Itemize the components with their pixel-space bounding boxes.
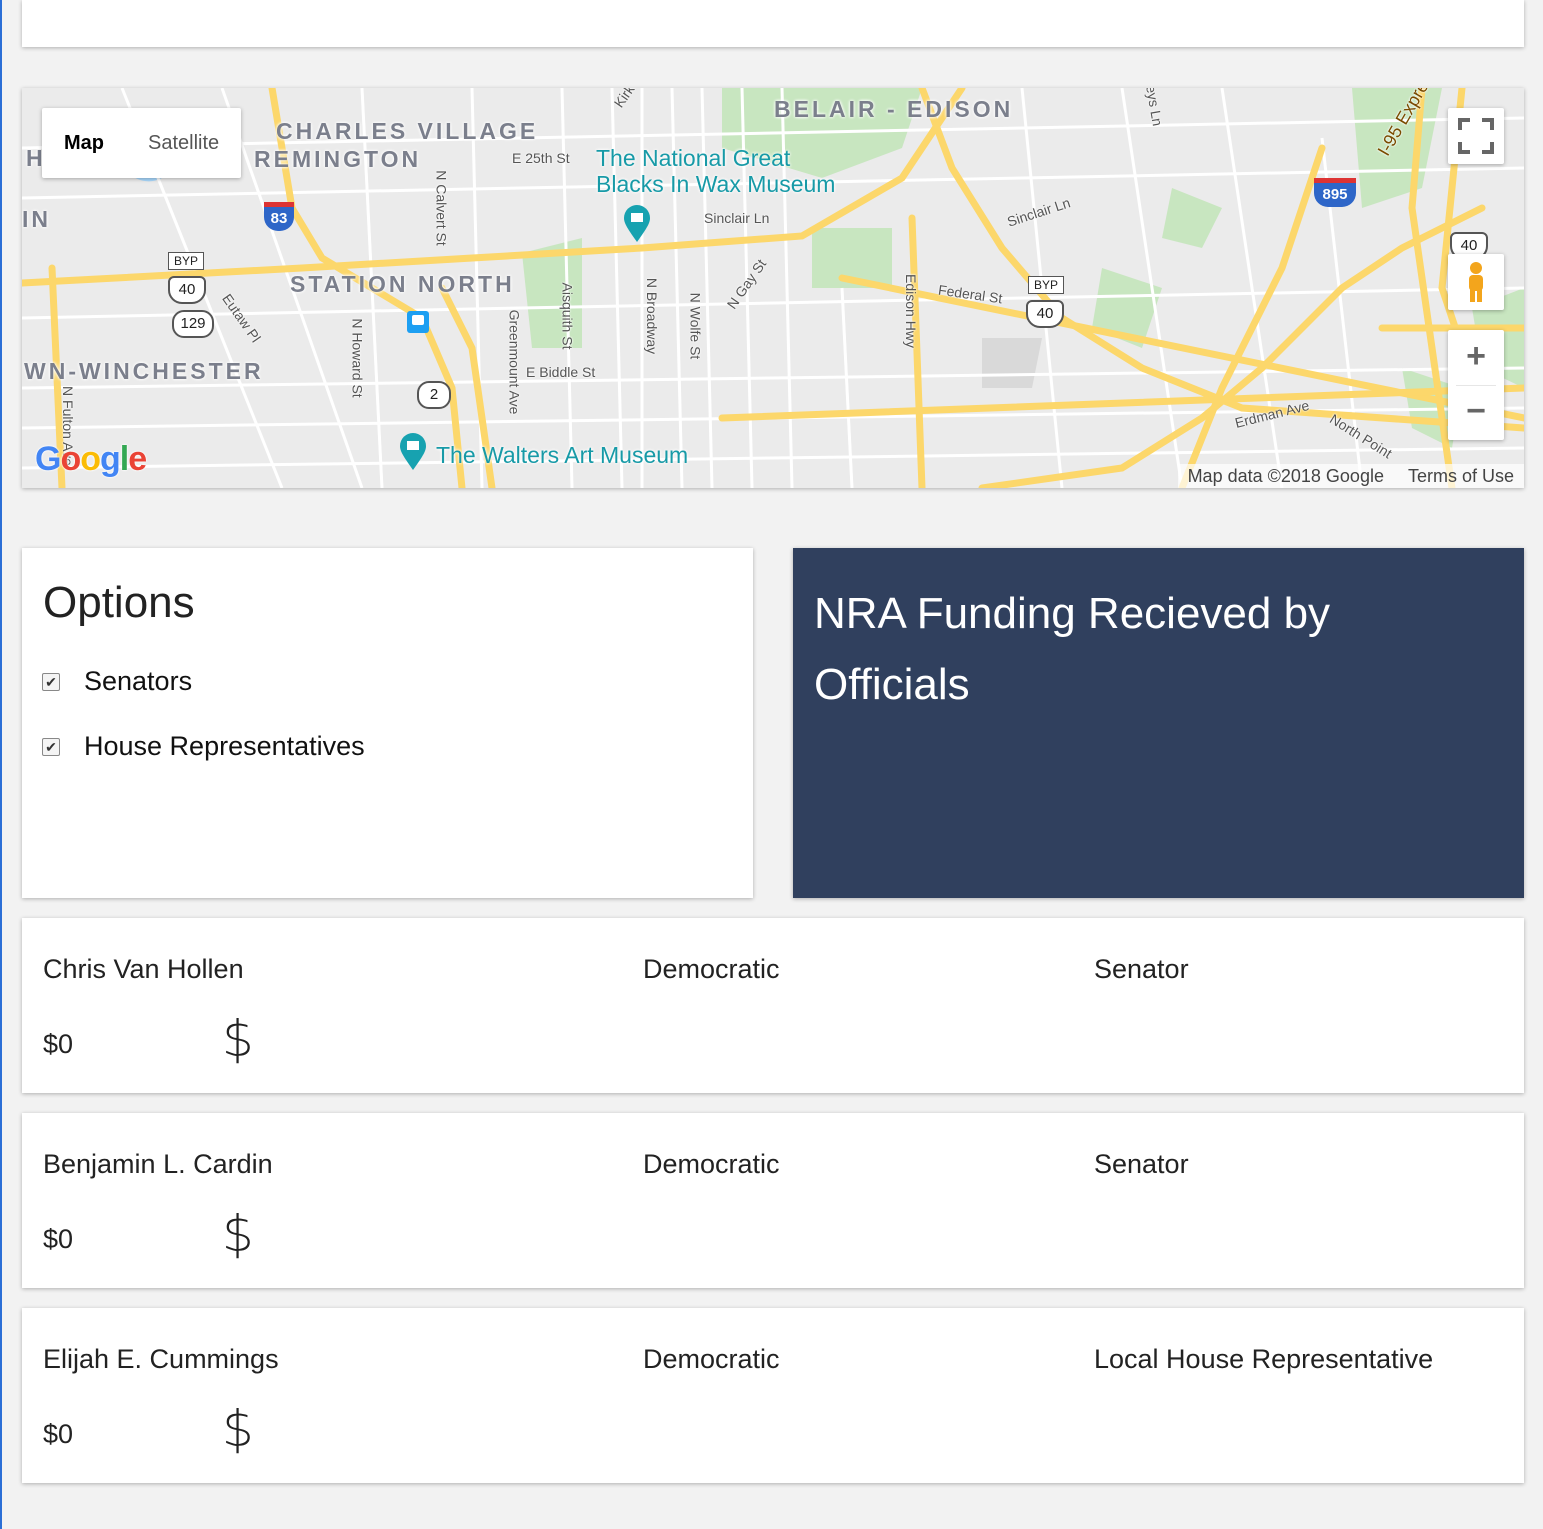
street-label: E Biddle St	[526, 364, 596, 380]
official-party: Democratic	[643, 1149, 780, 1179]
state-route-shield-icon: 2	[417, 381, 451, 409]
official-card[interactable]: Chris Van Hollen Democratic Senator $0 $	[22, 918, 1524, 1093]
fullscreen-button[interactable]	[1448, 108, 1504, 164]
option-label: House Representatives	[84, 731, 365, 761]
state-route-shield-icon: 129	[172, 310, 214, 338]
official-name: Elijah E. Cummings	[43, 1344, 279, 1374]
terms-of-use-link[interactable]: Terms of Use	[1408, 464, 1514, 488]
street-label: N Wolfe St	[687, 292, 704, 360]
neighborhood-label: CHARLES VILLAGE	[276, 118, 539, 144]
option-house-representatives[interactable]: ✔ House Representatives	[42, 731, 365, 762]
neighborhood-label: WN-WINCHESTER	[24, 358, 264, 384]
us-route-shield-icon: 40	[168, 276, 206, 304]
neighborhood-label: IN	[22, 206, 51, 232]
zoom-out-button[interactable]: −	[1448, 385, 1504, 440]
street-label: E 25th St	[512, 150, 570, 166]
neighborhood-label: STATION NORTH	[290, 271, 515, 297]
top-card	[22, 0, 1524, 47]
map-type-satellite-button[interactable]: Satellite	[126, 108, 241, 178]
official-role: Senator	[1094, 954, 1189, 984]
option-label: Senators	[84, 666, 193, 696]
poi-label[interactable]: The National Great Blacks In Wax Museum	[596, 145, 835, 197]
museum-pin-icon[interactable]	[622, 204, 652, 244]
senators-checkbox[interactable]: ✔	[42, 672, 60, 691]
street-label: Edison Hwy	[902, 274, 919, 348]
street-view-button[interactable]	[1448, 254, 1504, 310]
zoom-separator	[1456, 385, 1496, 386]
map-attribution: Map data ©2018 Google Terms of Use	[1177, 464, 1524, 488]
map-type-control: Map Satellite	[42, 108, 242, 178]
page-left-border	[0, 0, 2, 1529]
official-card[interactable]: Benjamin L. Cardin Democratic Senator $0…	[22, 1113, 1524, 1288]
street-label: Sinclair Ln	[704, 210, 770, 226]
official-party: Democratic	[643, 1344, 780, 1374]
map-type-map-button[interactable]: Map	[42, 108, 126, 178]
street-label: N Broadway	[644, 277, 661, 355]
neighborhood-label: REMINGTON	[254, 146, 422, 172]
official-funding-amount: $0	[43, 1029, 74, 1059]
official-role: Local House Representative	[1094, 1344, 1434, 1374]
neighborhood-label: H	[26, 145, 43, 171]
museum-pin-icon[interactable]	[398, 432, 428, 472]
poi-label[interactable]: The Walters Art Museum	[436, 442, 688, 468]
neighborhood-label: BELAIR - EDISON	[774, 96, 1014, 122]
official-funding-amount: $0	[43, 1419, 74, 1449]
dollar-icon: $	[222, 1010, 254, 1068]
interstate-shield-icon: 895	[1314, 178, 1356, 207]
pegman-icon	[1469, 262, 1483, 302]
zoom-control: + −	[1448, 330, 1504, 440]
transit-station-icon[interactable]	[406, 310, 430, 334]
dollar-icon: $	[222, 1205, 254, 1263]
official-card[interactable]: Elijah E. Cummings Democratic Local Hous…	[22, 1308, 1524, 1483]
official-name: Chris Van Hollen	[43, 954, 244, 984]
byp-plate: BYP	[168, 252, 204, 270]
fullscreen-icon	[1458, 118, 1494, 154]
interstate-shield-icon: 83	[264, 202, 294, 231]
option-senators[interactable]: ✔ Senators	[42, 666, 192, 697]
options-title: Options	[43, 578, 195, 627]
zoom-in-button[interactable]: +	[1448, 330, 1504, 385]
byp-plate: BYP	[1028, 276, 1064, 294]
funding-title-panel: NRA Funding Recieved by Officials	[793, 548, 1524, 898]
official-party: Democratic	[643, 954, 780, 984]
official-name: Benjamin L. Cardin	[43, 1149, 273, 1179]
official-funding-amount: $0	[43, 1224, 74, 1254]
dollar-icon: $	[222, 1400, 254, 1458]
us-route-shield-icon: 40	[1026, 300, 1064, 328]
map-view[interactable]: CHARLES VILLAGE REMINGTON BELAIR - EDISO…	[22, 88, 1524, 488]
options-panel: Options ✔ Senators ✔ House Representativ…	[22, 548, 753, 898]
street-label: N Calvert St	[433, 170, 450, 246]
street-label: Greenmount Ave	[506, 309, 523, 415]
house-representatives-checkbox[interactable]: ✔	[42, 737, 60, 756]
map-data-credit: Map data ©2018 Google	[1187, 466, 1384, 486]
street-label: Aisquith St	[559, 282, 576, 350]
official-role: Senator	[1094, 1149, 1189, 1179]
street-label: N Howard St	[349, 318, 366, 398]
funding-title: NRA Funding Recieved by Officials	[814, 589, 1331, 709]
google-logo[interactable]: Google	[35, 440, 147, 479]
